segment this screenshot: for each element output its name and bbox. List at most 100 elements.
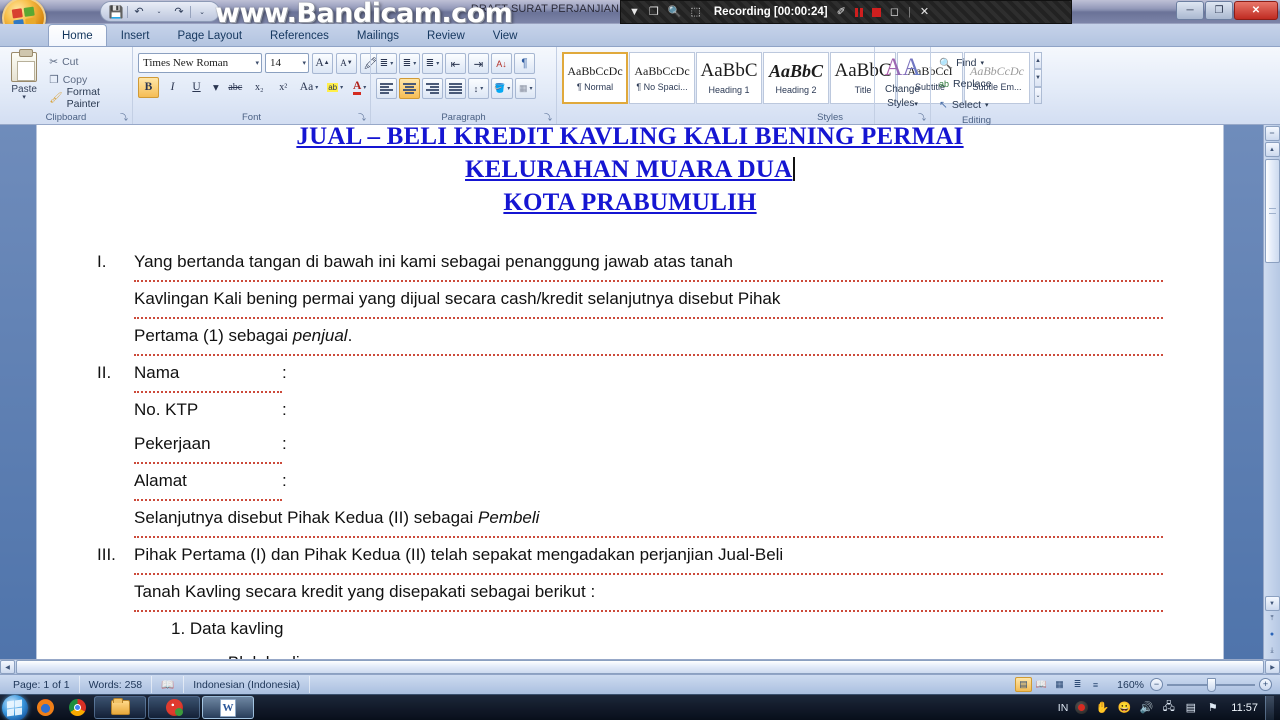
volume-icon[interactable]: 🔊 [1139, 700, 1154, 715]
save-icon[interactable]: 💾 [107, 3, 125, 20]
grow-font-button[interactable]: A ▲ [312, 52, 333, 74]
scroll-up-button[interactable]: ▲ [1264, 142, 1280, 157]
record-tray-icon[interactable] [1075, 701, 1089, 714]
split-window-handle[interactable]: ═ [1264, 126, 1280, 141]
select-browse-object-button[interactable]: ● [1265, 627, 1280, 642]
underline-button[interactable]: U [186, 77, 207, 98]
align-right-button[interactable] [422, 78, 443, 99]
document-page[interactable]: JUAL – BELI KREDIT KAVLING KALI BENING P… [36, 125, 1224, 659]
status-language[interactable]: Indonesian (Indonesia) [184, 676, 311, 693]
select-button[interactable]: ↖ Select ▾ [936, 95, 992, 115]
font-size-combo[interactable]: 14 ▾ [265, 53, 309, 73]
taskbar-firefox[interactable] [30, 697, 60, 719]
line-spacing-button[interactable]: ↕ ▾ [468, 78, 489, 99]
hand-tray-icon[interactable]: ✋ [1095, 700, 1110, 715]
show-formatting-marks-button[interactable]: ¶ [514, 53, 535, 74]
horizontal-scroll-thumb[interactable] [16, 660, 1264, 674]
restore-button[interactable]: ❐ [1205, 1, 1233, 20]
smiley-tray-icon[interactable]: 😀 [1117, 700, 1132, 715]
underline-dropdown-icon[interactable]: ▾ [210, 77, 222, 98]
flag-action-center-icon[interactable]: ⚑ [1205, 700, 1220, 715]
align-left-button[interactable] [376, 78, 397, 99]
tab-mailings[interactable]: Mailings [343, 24, 413, 46]
font-color-button[interactable]: A ▾ [349, 77, 370, 98]
align-center-button[interactable] [399, 78, 420, 99]
horizontal-scrollbar[interactable]: ◀ ▶ [0, 659, 1280, 674]
taskbar-bandicam[interactable] [148, 696, 200, 719]
style-card-heading-1[interactable]: AaBbC Heading 1 [696, 52, 762, 104]
italic-button[interactable]: I [162, 77, 183, 98]
undo-dropdown-icon[interactable]: ⌄ [150, 3, 168, 20]
view-web-layout-button[interactable]: ▦ [1051, 677, 1068, 692]
change-styles-label-2[interactable]: Styles▾ [887, 98, 918, 110]
paste-dropdown-icon[interactable]: ▾ [22, 94, 26, 101]
style-card-normal[interactable]: AaBbCcDc ¶ Normal [562, 52, 628, 104]
zoom-track[interactable] [1167, 677, 1255, 692]
close-button[interactable]: ✕ [1234, 1, 1278, 20]
styles-scroll-down-icon[interactable]: ▼ [1034, 69, 1042, 87]
redo-icon[interactable]: ↷ [170, 3, 188, 20]
styles-more-icon[interactable]: ⌄ [1034, 86, 1042, 104]
text-highlight-button[interactable]: ab ▾ [324, 77, 346, 98]
chevron-down-icon[interactable]: ▼ [629, 6, 640, 18]
find-button[interactable]: 🔍 Find ▾ [936, 53, 987, 73]
clock[interactable]: 11:57 [1227, 702, 1258, 714]
superscript-button[interactable]: x² [273, 77, 294, 98]
tab-home[interactable]: Home [48, 24, 107, 46]
sort-button[interactable]: A↓ [491, 53, 512, 74]
status-page[interactable]: Page: 1 of 1 [4, 676, 80, 693]
clipboard-dialog-launcher[interactable]: ⤵ [120, 112, 128, 123]
screenshot-icon[interactable]: ◻ [890, 6, 899, 18]
show-desktop-button[interactable] [1265, 695, 1274, 720]
window-capture-icon[interactable]: ❐ [649, 6, 659, 18]
bandicam-close-icon[interactable]: ✕ [920, 6, 929, 18]
format-painter-button[interactable]: 🖌 Format Painter [46, 86, 127, 110]
view-full-screen-reading-button[interactable]: 📖 [1033, 677, 1050, 692]
view-draft-button[interactable]: ≡ [1087, 677, 1104, 692]
numbering-button[interactable]: ≣ ▾ [399, 53, 420, 74]
minimize-button[interactable]: ─ [1176, 1, 1204, 20]
font-dialog-launcher[interactable]: ⤵ [358, 112, 366, 123]
zoom-slider[interactable]: − + [1150, 677, 1272, 692]
style-card-no-spacing[interactable]: AaBbCcDc ¶ No Spaci... [629, 52, 695, 104]
previous-page-button[interactable]: ⤒ [1265, 611, 1280, 626]
shading-button[interactable]: 🪣 ▾ [491, 78, 514, 99]
zoom-thumb[interactable] [1207, 677, 1216, 692]
bullets-button[interactable]: ≣ ▾ [376, 53, 397, 74]
tab-page-layout[interactable]: Page Layout [163, 24, 256, 46]
justify-button[interactable] [445, 78, 466, 99]
change-case-button[interactable]: Aa ▾ [297, 77, 321, 98]
taskbar-file-explorer[interactable] [94, 696, 146, 719]
taskbar-chrome[interactable] [62, 697, 92, 719]
magnify-icon[interactable]: 🔍 [668, 6, 682, 18]
status-proofing[interactable]: 📖 [152, 676, 185, 693]
zoom-level[interactable]: 160% [1110, 679, 1144, 691]
taskbar-microsoft-word[interactable]: W [202, 696, 254, 719]
subscript-button[interactable]: x₂ [249, 77, 270, 98]
status-word-count[interactable]: Words: 258 [80, 676, 153, 693]
styles-scroll-up-icon[interactable]: ▲ [1034, 52, 1042, 70]
decrease-indent-button[interactable]: ⇤ [445, 53, 466, 74]
start-button[interactable] [2, 694, 28, 720]
paste-button[interactable]: Paste ▾ [5, 49, 43, 101]
view-print-layout-button[interactable]: ▤ [1015, 677, 1032, 692]
bold-button[interactable]: B [138, 76, 159, 98]
borders-button[interactable]: ▦ ▾ [515, 78, 537, 99]
next-page-button[interactable]: ⤓ [1265, 643, 1280, 658]
undo-icon[interactable]: ↶ [130, 3, 148, 20]
tab-review[interactable]: Review [413, 24, 479, 46]
strikethrough-button[interactable]: abc [225, 77, 246, 98]
increase-indent-button[interactable]: ⇥ [468, 53, 489, 74]
replace-button[interactable]: ab Replace [936, 74, 995, 94]
zoom-out-button[interactable]: − [1150, 678, 1163, 691]
scroll-down-button[interactable]: ▼ [1264, 596, 1280, 611]
tab-view[interactable]: View [479, 24, 532, 46]
pause-icon[interactable] [854, 7, 863, 17]
view-outline-button[interactable]: ≣ [1069, 677, 1086, 692]
tab-references[interactable]: References [256, 24, 343, 46]
vertical-scrollbar[interactable]: ═ ▲ ▼ ⤒ ● ⤓ [1263, 125, 1280, 659]
monitor-tray-icon[interactable]: ▤ [1183, 700, 1198, 715]
font-name-combo[interactable]: Times New Roman ▾ [138, 53, 262, 73]
network-icon[interactable]: 🖧 [1161, 700, 1176, 715]
multilevel-list-button[interactable]: ≣ ▾ [422, 53, 443, 74]
